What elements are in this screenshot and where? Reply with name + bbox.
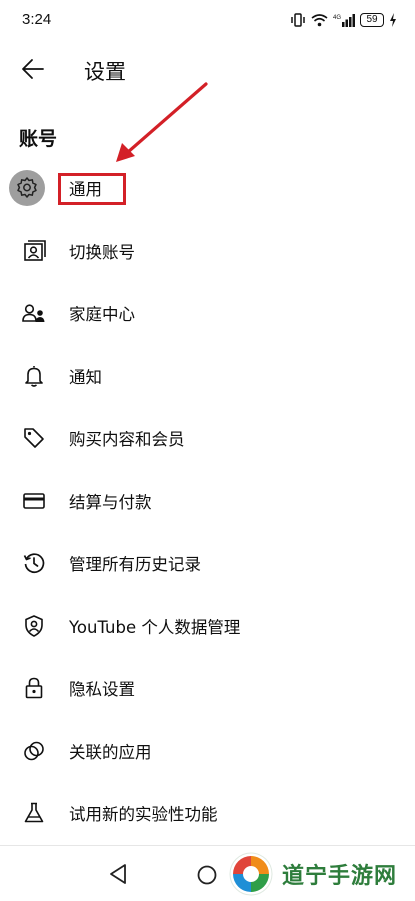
shield-person-icon bbox=[21, 614, 47, 638]
settings-item-label: 隐私设置 bbox=[69, 680, 135, 700]
settings-item-youtube-data[interactable]: YouTube 个人数据管理 bbox=[0, 595, 415, 658]
history-icon bbox=[21, 551, 47, 575]
tag-icon bbox=[21, 426, 47, 450]
settings-item-family-center[interactable]: 家庭中心 bbox=[0, 282, 415, 345]
nav-back-icon[interactable] bbox=[107, 863, 131, 885]
flask-icon bbox=[21, 801, 47, 825]
settings-item-label: 结算与付款 bbox=[69, 492, 152, 512]
settings-list: 通用 切换账号 家庭中心 通知 购买内容和会员 结算与付款 管理所有历史记录 Y… bbox=[0, 157, 415, 845]
watermark: 道宁手游网 bbox=[228, 848, 415, 900]
watermark-text: 道宁手游网 bbox=[282, 864, 398, 889]
settings-item-label: 试用新的实验性功能 bbox=[69, 805, 218, 825]
credit-card-icon bbox=[21, 489, 47, 513]
settings-item-manage-history[interactable]: 管理所有历史记录 bbox=[0, 532, 415, 595]
settings-item-experimental-features[interactable]: 试用新的实验性功能 bbox=[0, 782, 415, 845]
settings-item-switch-account[interactable]: 切换账号 bbox=[0, 220, 415, 283]
settings-item-privacy[interactable]: 隐私设置 bbox=[0, 657, 415, 720]
gear-icon bbox=[17, 177, 37, 198]
settings-item-billing-payments[interactable]: 结算与付款 bbox=[0, 470, 415, 533]
status-icons: 4G 59 bbox=[290, 11, 397, 29]
family-center-icon bbox=[21, 301, 47, 325]
nav-home-icon[interactable] bbox=[196, 864, 218, 886]
settings-item-connected-apps[interactable]: 关联的应用 bbox=[0, 720, 415, 783]
status-bar: 3:24 4G 59 bbox=[0, 0, 415, 40]
settings-item-label: 关联的应用 bbox=[69, 742, 152, 762]
gear-icon-badge bbox=[9, 170, 45, 207]
settings-item-general[interactable]: 通用 bbox=[0, 157, 415, 220]
linked-apps-icon bbox=[21, 739, 47, 763]
arrow-left-icon bbox=[22, 59, 44, 79]
switch-account-icon bbox=[21, 239, 47, 263]
settings-item-label: 家庭中心 bbox=[69, 305, 135, 325]
back-button[interactable] bbox=[16, 54, 50, 84]
battery-indicator: 59 bbox=[360, 13, 384, 27]
network-type-label: 4G bbox=[333, 15, 341, 21]
wifi-icon bbox=[311, 14, 328, 27]
page-title: 设置 bbox=[84, 60, 126, 84]
settings-item-notifications[interactable]: 通知 bbox=[0, 345, 415, 408]
lock-icon bbox=[21, 676, 47, 700]
cell-signal-icon: 4G bbox=[333, 14, 355, 27]
watermark-logo-icon bbox=[229, 852, 273, 896]
status-time: 3:24 bbox=[22, 11, 52, 28]
vibrate-icon bbox=[291, 13, 305, 27]
settings-item-purchases-memberships[interactable]: 购买内容和会员 bbox=[0, 407, 415, 470]
section-title-account: 账号 bbox=[19, 128, 58, 150]
settings-item-label: 购买内容和会员 bbox=[69, 430, 185, 450]
bell-icon bbox=[21, 364, 47, 388]
settings-item-label: 管理所有历史记录 bbox=[69, 555, 201, 575]
app-bar: 设置 bbox=[0, 44, 415, 94]
charging-bolt-icon bbox=[390, 13, 396, 27]
settings-item-label: 通知 bbox=[69, 367, 102, 387]
settings-item-label: YouTube 个人数据管理 bbox=[69, 617, 241, 637]
settings-item-label: 通用 bbox=[69, 180, 102, 200]
settings-item-label: 切换账号 bbox=[69, 242, 135, 262]
